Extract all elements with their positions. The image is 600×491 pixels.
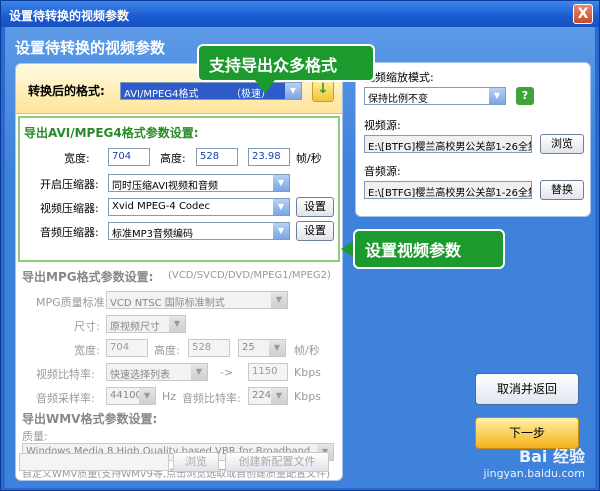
encoder-value: 同时压缩AVI视频和音频: [112, 181, 218, 192]
mpg-vbitrate-unit: Kbps: [294, 366, 321, 379]
avi-width-input[interactable]: 704: [108, 148, 150, 166]
mpg-quality-select[interactable]: VCD NTSC 国际标准制式 ▼: [106, 291, 288, 309]
avi-heading: 导出AVI/MPEG4格式参数设置:: [24, 126, 199, 140]
mpg-arrow: ->: [220, 366, 234, 379]
mpg-abitrate-label: 音频比特率:: [182, 392, 241, 405]
avi-width-label: 宽度:: [64, 152, 90, 165]
scale-mode-value: 保持比例不变: [368, 94, 428, 105]
mpg-quality-label: MPG质量标准:: [36, 296, 109, 309]
mpg-size-label: 尺寸:: [74, 320, 100, 333]
watermark-brand: Bai 经验: [518, 447, 585, 466]
mpg-fps-select[interactable]: 25 ▼: [238, 339, 286, 357]
chevron-down-icon: ▼: [489, 88, 505, 104]
mpg-fps-unit: 帧/秒: [294, 344, 320, 357]
format-settings-panel: 转换后的格式: AVI/MPEG4格式 （极速） ▼ ↓ 导出AVI/MPEG4…: [15, 63, 343, 481]
callout-video-params: 设置视频参数: [341, 229, 505, 269]
chevron-down-icon: ▼: [271, 292, 287, 308]
avi-height-label: 高度:: [160, 152, 186, 165]
watermark: Bai 经验 jingyan.baidu.com: [483, 443, 585, 480]
mpg-samplerate-unit: Hz: [162, 390, 177, 403]
chevron-down-icon: ▼: [169, 316, 185, 332]
format-select-value: AVI/MPEG4格式: [124, 89, 199, 100]
video-codec-select[interactable]: Xvid MPEG-4 Codec ▼: [108, 198, 290, 216]
avi-height-input[interactable]: 528: [196, 148, 238, 166]
mpg-abitrate-select[interactable]: 224 ▼: [248, 387, 288, 405]
wmv-quality-label: 质量:: [22, 430, 48, 443]
dialog-window: 设置待转换的视频参数 X 设置待转换的视频参数 支持导出众多格式 设置视频参数 …: [0, 0, 600, 491]
video-source-field[interactable]: E:\[BTFG]樱兰高校男公关部1-26全集: [364, 135, 532, 153]
title-bar: 设置待转换的视频参数 X: [1, 1, 599, 27]
mpg-vbitrate-input[interactable]: 1150: [248, 363, 288, 381]
audio-codec-settings-button[interactable]: 设置: [296, 221, 334, 241]
video-browse-button[interactable]: 浏览: [540, 134, 584, 154]
audio-source-field[interactable]: E:\[BTFG]樱兰高校男公关部1-26全集: [364, 181, 532, 199]
mpg-width-label: 宽度:: [74, 344, 100, 357]
audio-codec-value: 标准MP3音频编码: [112, 229, 194, 240]
mpg-size-value: 原视频尺寸: [110, 322, 160, 333]
mpg-height-label: 高度:: [154, 344, 180, 357]
callout-formats: 支持导出众多格式: [197, 44, 375, 94]
video-codec-label: 视频压缩器:: [40, 202, 99, 215]
watermark-url: jingyan.baidu.com: [483, 467, 585, 480]
video-source-label: 视频源:: [364, 119, 401, 132]
encoder-label: 开启压缩器:: [40, 178, 99, 191]
dialog-body: 设置待转换的视频参数 支持导出众多格式 设置视频参数 转换后的格式: AVI/M…: [5, 27, 595, 488]
audio-codec-label: 音频压缩器:: [40, 226, 99, 239]
chevron-down-icon: ▼: [273, 175, 289, 191]
mpg-heading: 导出MPG格式参数设置:: [22, 270, 154, 284]
video-codec-settings-button[interactable]: 设置: [296, 197, 334, 217]
mpg-vbitrate-select[interactable]: 快速选择列表 ▼: [106, 363, 208, 381]
mpg-abitrate-value: 224: [252, 390, 272, 401]
mpg-width-input[interactable]: 704: [106, 339, 148, 357]
help-icon[interactable]: ?: [516, 87, 534, 105]
chevron-down-icon: ▼: [139, 388, 155, 404]
chevron-down-icon: ▼: [273, 199, 289, 215]
close-button[interactable]: X: [573, 4, 593, 24]
mpg-height-input[interactable]: 528: [188, 339, 230, 357]
window-title: 设置待转换的视频参数: [9, 9, 130, 23]
wmv-heading: 导出WMV格式参数设置:: [22, 412, 158, 426]
cancel-return-button[interactable]: 取消并返回: [475, 373, 579, 405]
audio-source-label: 音频源:: [364, 165, 401, 178]
wmv-profile-path[interactable]: [19, 453, 169, 471]
audio-replace-button[interactable]: 替换: [540, 180, 584, 200]
mpg-size-select[interactable]: 原视频尺寸 ▼: [106, 315, 186, 333]
mpg-samplerate-value: 44100: [110, 390, 142, 401]
mpg-heading-sub: (VCD/SVCD/DVD/MPEG1/MPEG2): [168, 270, 331, 281]
mpg-quality-value: VCD NTSC 国际标准制式: [110, 298, 225, 309]
mpg-vbitrate-label: 视频比特率:: [36, 368, 95, 381]
avi-fps-input[interactable]: 23.98: [248, 148, 290, 166]
format-label: 转换后的格式:: [28, 84, 105, 98]
page-title: 设置待转换的视频参数: [15, 39, 166, 57]
video-codec-value: Xvid MPEG-4 Codec: [112, 201, 211, 212]
chevron-down-icon: ▼: [273, 223, 289, 239]
chevron-down-icon: ▼: [269, 340, 285, 356]
mpg-samplerate-select[interactable]: 44100 ▼: [106, 387, 156, 405]
mpg-abitrate-unit: Kbps: [294, 390, 321, 403]
source-settings-panel: 视频缩放模式: 保持比例不变 ▼ ? 视频源: E:\[BTFG]樱兰高校男公关…: [355, 62, 591, 217]
wmv-browse-button[interactable]: 浏览: [173, 452, 219, 472]
wmv-create-button[interactable]: 创建新配置文件: [225, 452, 329, 472]
avi-fps-unit: 帧/秒: [296, 152, 322, 165]
scale-mode-select[interactable]: 保持比例不变 ▼: [364, 87, 506, 105]
chevron-down-icon: ▼: [271, 388, 287, 404]
audio-codec-select[interactable]: 标准MP3音频编码 ▼: [108, 222, 290, 240]
mpg-vbitrate-value: 快速选择列表: [110, 370, 170, 381]
chevron-down-icon: ▼: [191, 364, 207, 380]
mpg-samplerate-label: 音频采样率:: [36, 392, 95, 405]
encoder-select[interactable]: 同时压缩AVI视频和音频 ▼: [108, 174, 290, 192]
chevron-down-icon: ▼: [285, 83, 301, 99]
avi-settings-box: 导出AVI/MPEG4格式参数设置: 宽度: 704 高度: 528 23.98…: [18, 116, 340, 262]
mpg-fps-value: 25: [242, 342, 255, 353]
